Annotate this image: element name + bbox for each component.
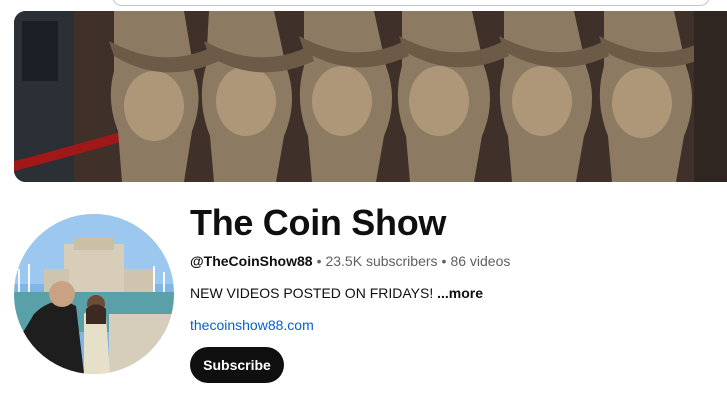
search-bar-edge[interactable] <box>112 0 710 6</box>
channel-avatar[interactable] <box>14 214 174 374</box>
channel-handle: @TheCoinShow88 <box>190 253 313 269</box>
channel-external-link[interactable]: thecoinshow88.com <box>190 316 314 334</box>
channel-banner <box>14 11 727 182</box>
subscriber-count: 23.5K subscribers <box>325 253 438 269</box>
meta-separator: • <box>441 253 447 269</box>
subscribe-button[interactable]: Subscribe <box>190 347 284 383</box>
video-count: 86 videos <box>450 253 511 269</box>
meta-separator: • <box>316 253 322 269</box>
more-link[interactable]: ...more <box>437 285 483 301</box>
description-text: NEW VIDEOS POSTED ON FRIDAYS! <box>190 285 434 301</box>
channel-meta: @TheCoinShow88 • 23.5K subscribers • 86 vide… <box>190 252 510 270</box>
channel-title: The Coin Show <box>190 202 447 243</box>
channel-description[interactable]: NEW VIDEOS POSTED ON FRIDAYS! ...more <box>190 284 483 302</box>
